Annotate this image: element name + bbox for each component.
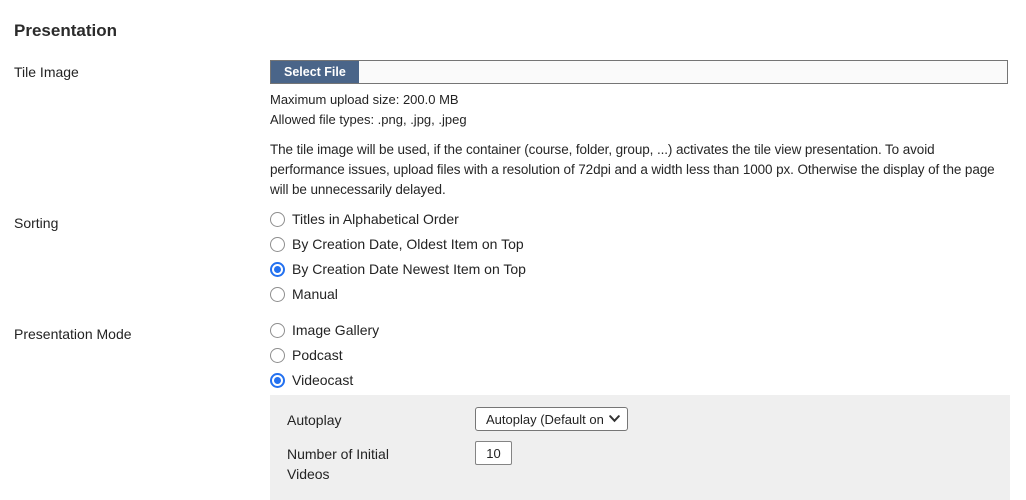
presentation-mode-row: Presentation Mode Image Gallery Podcast Vi… [14, 322, 1010, 500]
tile-image-row: Tile Image Select File Maximum upload si… [14, 60, 1010, 200]
radio-option-label: Titles in Alphabetical Order [292, 211, 459, 228]
autoplay-label: Autoplay [287, 407, 475, 431]
radio-option-videocast[interactable]: Videocast [270, 372, 1010, 389]
radio-option-label: By Creation Date Newest Item on Top [292, 261, 526, 278]
allowed-file-types-text: Allowed file types: .png, .jpg, .jpeg [270, 110, 1010, 130]
presentation-settings-form: Presentation Tile Image Select File Maxi… [0, 0, 1026, 500]
radio-option-label: Videocast [292, 372, 353, 389]
radio-option-label: Podcast [292, 347, 343, 364]
radio-option-podcast[interactable]: Podcast [270, 347, 1010, 364]
radio-selected-icon[interactable] [270, 262, 285, 277]
radio-selected-icon[interactable] [270, 373, 285, 388]
presentation-mode-options: Image Gallery Podcast Videocast [270, 322, 1010, 397]
autoplay-select[interactable]: Autoplay (Default on) [475, 407, 628, 431]
autoplay-select-wrap: Autoplay (Default on) [475, 407, 628, 431]
radio-unselected-icon[interactable] [270, 287, 285, 302]
tile-image-byline: The tile image will be used, if the cont… [270, 140, 997, 200]
presentation-mode-label: Presentation Mode [14, 322, 270, 500]
max-upload-size-text: Maximum upload size: 200.0 MB [270, 90, 1010, 110]
radio-unselected-icon[interactable] [270, 237, 285, 252]
radio-option-image-gallery[interactable]: Image Gallery [270, 322, 1010, 339]
autoplay-row: Autoplay Autoplay (Default on) [287, 407, 1010, 431]
tile-image-label: Tile Image [14, 60, 270, 200]
radio-option-label: Image Gallery [292, 322, 379, 339]
initial-videos-label: Number of Initial Videos [287, 441, 475, 484]
radio-option-by-creation-date-oldest-item-on-top[interactable]: By Creation Date, Oldest Item on Top [270, 236, 1010, 253]
radio-option-titles-in-alphabetical-order[interactable]: Titles in Alphabetical Order [270, 211, 1010, 228]
radio-unselected-icon[interactable] [270, 323, 285, 338]
initial-videos-row: Number of Initial Videos [287, 441, 1010, 484]
sorting-label: Sorting [14, 211, 270, 311]
radio-option-label: By Creation Date, Oldest Item on Top [292, 236, 524, 253]
sorting-options: Titles in Alphabetical Order By Creation … [270, 211, 1010, 311]
radio-unselected-icon[interactable] [270, 348, 285, 363]
page-title: Presentation [14, 21, 1010, 41]
radio-unselected-icon[interactable] [270, 212, 285, 227]
select-file-button[interactable]: Select File [271, 61, 359, 83]
tile-image-control: Select File Maximum upload size: 200.0 M… [270, 60, 1010, 200]
file-input[interactable]: Select File [270, 60, 1008, 84]
radio-option-label: Manual [292, 286, 338, 303]
videocast-settings-panel: Autoplay Autoplay (Default on) Number of… [270, 395, 1010, 500]
initial-videos-input[interactable] [475, 441, 512, 465]
radio-option-manual[interactable]: Manual [270, 286, 1010, 303]
sorting-row: Sorting Titles in Alphabetical Order By C… [14, 211, 1010, 311]
radio-option-by-creation-date-newest-item-on-top[interactable]: By Creation Date Newest Item on Top [270, 261, 1010, 278]
